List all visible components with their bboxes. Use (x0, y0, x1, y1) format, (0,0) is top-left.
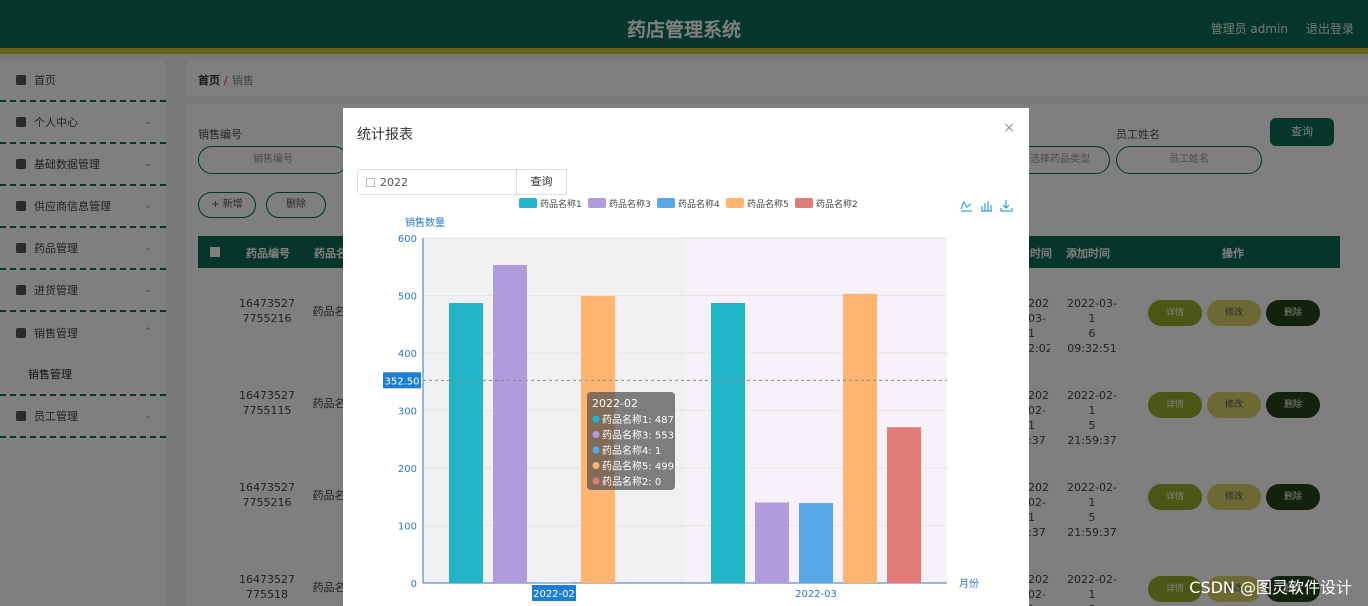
x-axis-title: 月份 (959, 578, 979, 590)
tooltip-marker (592, 477, 600, 485)
y-tick-label: 100 (398, 522, 417, 533)
legend-label: 药品名称2 (816, 198, 858, 210)
bar-药品名称4 (537, 582, 571, 583)
crosshair-value: 352.50 (385, 376, 420, 387)
y-tick-label: 400 (398, 349, 417, 360)
tooltip-line: 药品名称5: 499 (602, 460, 674, 473)
tooltip-title: 2022-02 (592, 397, 638, 410)
stats-modal: 统计报表 × 2022 查询 0 100 200 300 400 500 600 销售数量 月份… (343, 108, 1029, 606)
legend-label: 药品名称4 (678, 198, 720, 210)
tooltip-line: 药品名称1: 487 (602, 413, 674, 426)
bar-药品名称3 (755, 502, 789, 583)
bar-药品名称3 (493, 265, 527, 583)
bar-药品名称1 (449, 302, 483, 583)
bar-药品名称1 (711, 302, 745, 583)
bar-chart-icon[interactable] (981, 201, 992, 212)
y-tick-label: 600 (398, 234, 417, 245)
download-icon[interactable] (1000, 200, 1013, 212)
legend-label: 药品名称5 (747, 198, 789, 210)
tooltip-marker (592, 431, 600, 438)
x-tick-label: 2022-02 (533, 589, 575, 600)
x-tick-label: 2022-03 (795, 589, 837, 600)
tooltip-marker (592, 462, 600, 469)
watermark: CSDN @图灵软件设计 (1189, 578, 1352, 597)
tooltip-line: 药品名称3: 553 (602, 429, 674, 442)
legend-label: 药品名称3 (609, 198, 651, 210)
legend-swatch (726, 198, 744, 208)
y-tick-label: 300 (398, 407, 417, 418)
legend-swatch (588, 198, 606, 208)
y-tick-label: 500 (398, 292, 417, 303)
tooltip-line: 药品名称4: 1 (602, 444, 661, 457)
line-chart-icon[interactable] (960, 200, 972, 212)
legend-label: 药品名称1 (540, 198, 582, 210)
bar-药品名称4 (799, 503, 833, 583)
bar-药品名称5 (843, 293, 877, 583)
legend-swatch (795, 198, 813, 208)
sales-bar-chart[interactable]: 0 100 200 300 400 500 600 销售数量月份 2022-02 2022-03 3… (343, 108, 1029, 606)
bar-药品名称2 (887, 427, 921, 583)
y-tick-label: 0 (411, 579, 417, 590)
legend-swatch (519, 198, 537, 208)
legend-swatch (657, 198, 675, 208)
y-tick-label: 200 (398, 464, 417, 475)
tooltip-marker (592, 415, 600, 423)
tooltip-line: 药品名称2: 0 (602, 475, 661, 488)
tooltip-marker (592, 446, 600, 454)
y-axis-title: 销售数量 (405, 216, 445, 229)
